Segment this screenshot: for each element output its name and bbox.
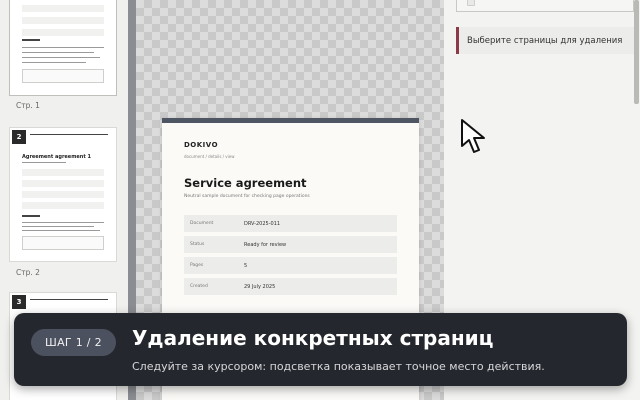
document-subtitle: Neutral sample document for checking pag… [184, 194, 310, 199]
field-key: Status [190, 242, 205, 247]
page-thumbnail-2[interactable]: Agreement agreement 1 [9, 127, 117, 262]
hint-select-pages: Выберите страницы для удаления [456, 27, 634, 54]
field-row-created: Created 29 July 2025 [184, 278, 397, 295]
page-thumbnail-number-2: 2 [12, 130, 26, 144]
field-row-status: Status Ready for review [184, 236, 397, 253]
banner-title: Удаление конкретных страниц [132, 326, 494, 350]
field-key: Pages [190, 263, 204, 268]
checkbox-icon[interactable] [467, 0, 475, 6]
tutorial-banner: ШАГ 1 / 2 Удаление конкретных страниц Сл… [14, 313, 627, 386]
field-row-pages: Pages 5 [184, 257, 397, 274]
field-key: Document [190, 221, 214, 226]
mouse-cursor-icon [461, 119, 485, 153]
document-breadcrumb: document / details / view [184, 154, 235, 159]
page-thumbnail-1[interactable] [9, 0, 117, 96]
field-value: Ready for review [244, 241, 287, 248]
field-row-document: Document DRV-2025-011 [184, 215, 397, 232]
page-thumbnail-caption-1: Стр. 1 [16, 101, 40, 110]
field-key: Created [190, 284, 208, 289]
scrollbar[interactable] [634, 0, 639, 104]
page-thumbnail-number-3: 3 [12, 295, 26, 309]
document-title: Service agreement [184, 176, 307, 190]
field-value: 5 [244, 262, 248, 269]
field-value: 29 July 2025 [244, 283, 276, 290]
step-badge: ШАГ 1 / 2 [31, 329, 116, 356]
banner-subtitle: Следуйте за курсором: подсветка показыва… [132, 360, 545, 373]
option-row[interactable] [456, 0, 634, 12]
document-brand: DOKIVO [184, 141, 219, 149]
field-value: DRV-2025-011 [244, 220, 281, 227]
page-thumbnail-caption-2: Стр. 2 [16, 268, 40, 277]
page-thumbnail-title-2: Agreement agreement 1 [22, 154, 91, 160]
